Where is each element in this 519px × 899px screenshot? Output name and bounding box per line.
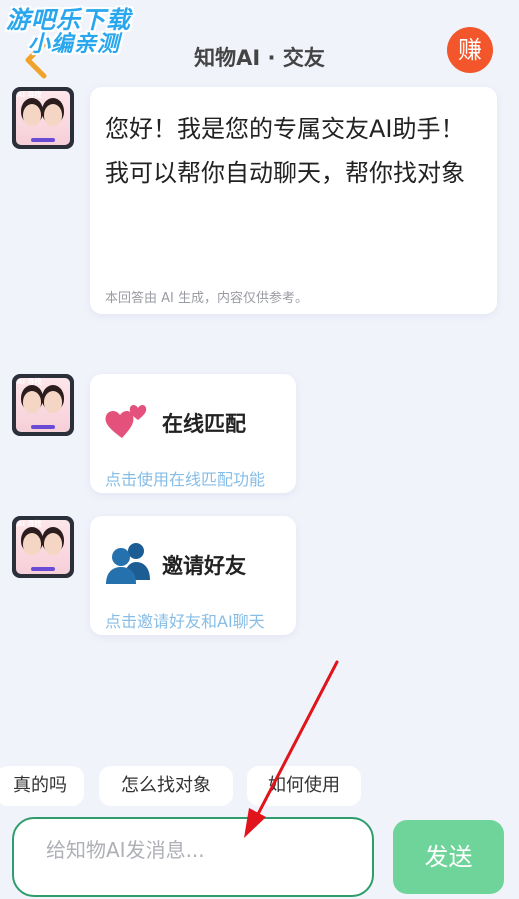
card-title: 邀请好友 <box>162 554 246 578</box>
ai-avatar: AI 寻找 <box>12 374 74 436</box>
quick-reply-how-to-use[interactable]: 如何使用 <box>247 766 361 806</box>
card-link[interactable]: 点击使用在线匹配功能 <box>105 466 265 490</box>
ai-avatar: AI 寻找 <box>12 516 74 578</box>
card-title: 在线匹配 <box>162 412 246 436</box>
users-icon <box>106 543 150 584</box>
watermark: 游吧乐下载 小编亲测 <box>6 6 131 58</box>
quick-reply-really[interactable]: 真的吗 <box>0 766 84 806</box>
greeting-line2: 我可以帮你自动聊天，帮你找对象 <box>105 159 465 187</box>
hearts-icon <box>105 405 147 438</box>
ai-avatar: AI 寻找 <box>12 87 74 149</box>
watermark-line1: 游吧乐下载 <box>6 6 131 34</box>
send-button[interactable]: 发送 <box>393 820 504 894</box>
ai-disclaimer: 本回答由 AI 生成，内容仅供参考。 <box>105 291 308 306</box>
avatar-tag: AI 寻找 <box>17 91 42 99</box>
message-input-box[interactable] <box>12 817 374 897</box>
card-link[interactable]: 点击邀请好友和AI聊天 <box>105 608 265 632</box>
earn-button[interactable]: 赚 <box>447 27 493 73</box>
greeting-text: 您好！我是您的专属交友AI助手！ 我可以帮你自动聊天，帮你找对象 <box>105 107 485 195</box>
quick-reply-find-partner[interactable]: 怎么找对象 <box>99 766 233 806</box>
greeting-line1: 您好！我是您的专属交友AI助手！ <box>105 115 465 143</box>
message-input[interactable] <box>44 837 348 863</box>
online-match-card[interactable]: 在线匹配 点击使用在线匹配功能 <box>90 374 296 493</box>
greeting-message: 您好！我是您的专属交友AI助手！ 我可以帮你自动聊天，帮你找对象 本回答由 AI… <box>90 87 497 314</box>
watermark-line2: 小编亲测 <box>28 32 121 58</box>
invite-friends-card[interactable]: 邀请好友 点击邀请好友和AI聊天 <box>90 516 296 635</box>
